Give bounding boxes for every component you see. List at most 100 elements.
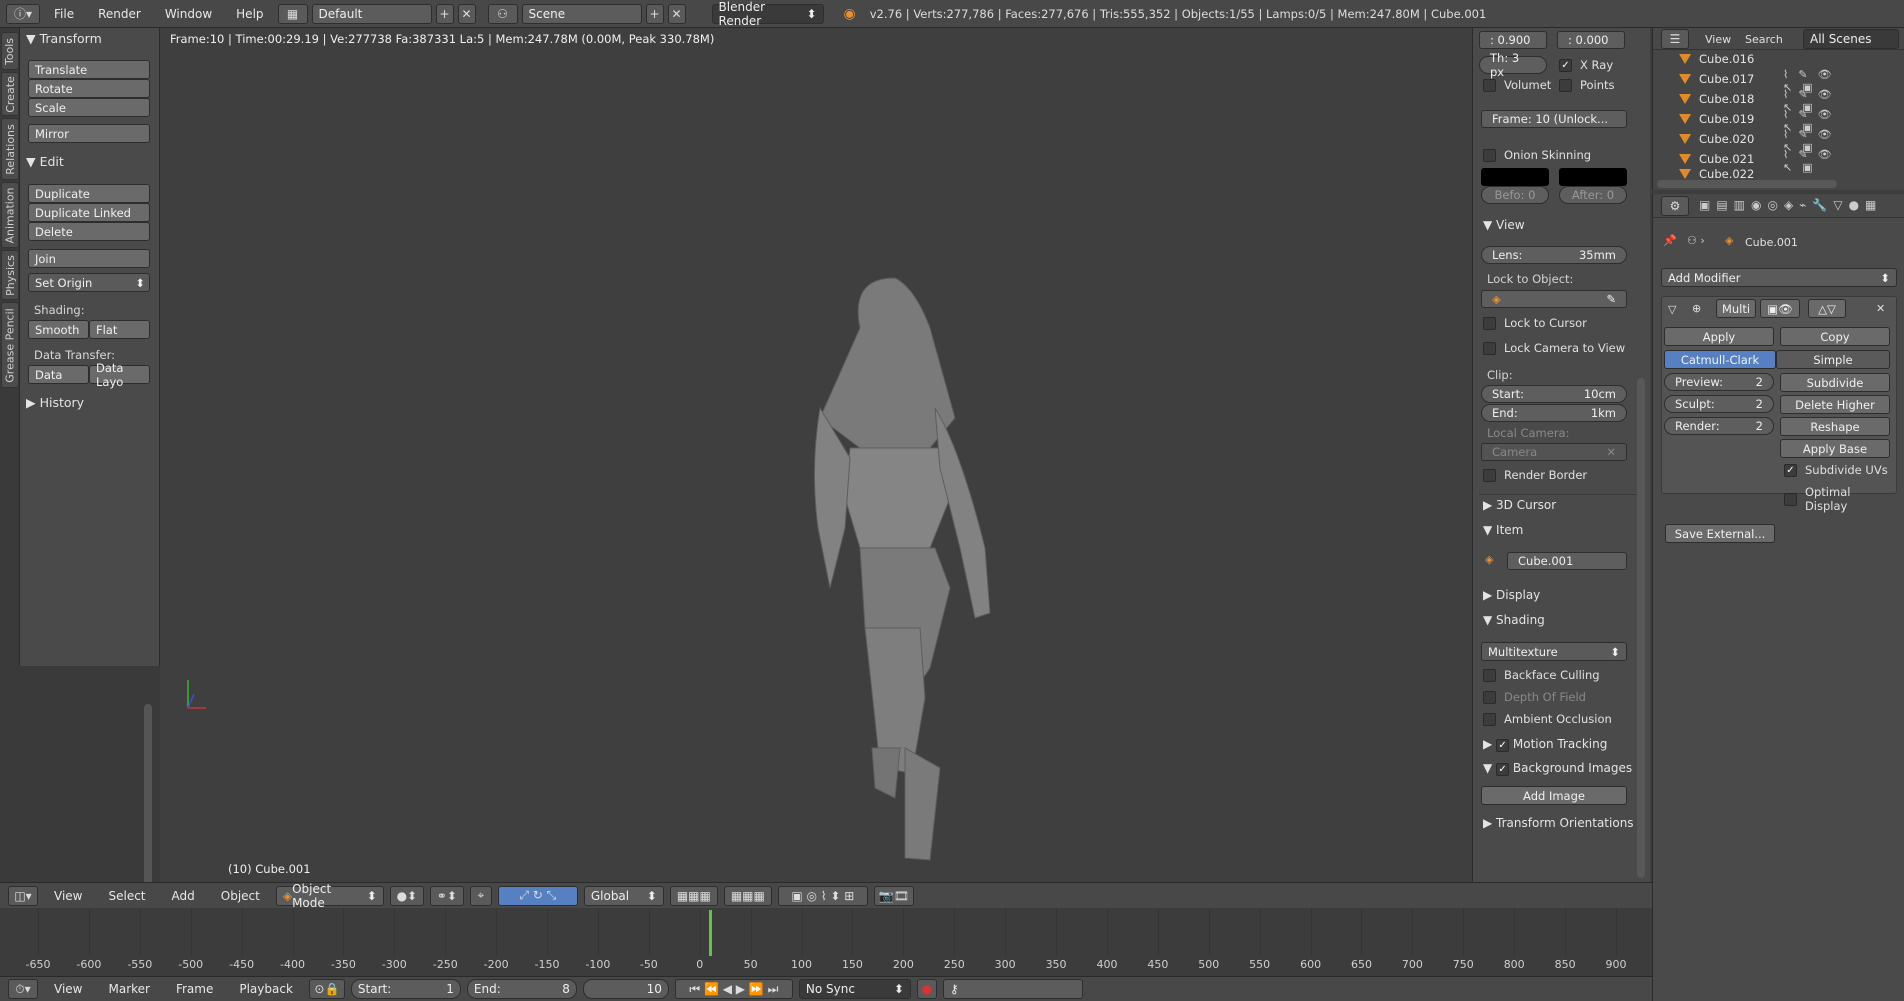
delete-button[interactable]: Delete	[28, 222, 150, 241]
simple-button[interactable]: Simple	[1776, 350, 1890, 369]
frame-menu[interactable]: Frame	[166, 982, 223, 996]
frame-lock-field[interactable]: Frame: 10 (Unlock...	[1481, 110, 1627, 128]
duplicate-linked-button[interactable]: Duplicate Linked	[28, 203, 150, 222]
before-color-swatch[interactable]	[1481, 168, 1549, 186]
data-layout-button[interactable]: Data Layo	[89, 361, 150, 389]
manipulator-icon[interactable]: ⌖	[469, 885, 492, 906]
move-modifier-icons[interactable]: △▽	[1808, 299, 1846, 318]
add-modifier-select[interactable]: Add Modifier ⬍	[1661, 268, 1897, 287]
lens-field[interactable]: Lens: 35mm	[1481, 246, 1627, 264]
3d-viewport[interactable]	[160, 28, 1472, 882]
mode-select[interactable]: ◈ Object Mode ⬍	[275, 882, 384, 910]
item-panel-header[interactable]: ▼ Item	[1483, 523, 1523, 537]
flat-button[interactable]: Flat	[89, 320, 150, 339]
item-name-field[interactable]: Cube.001	[1507, 552, 1627, 570]
shading-mode-select[interactable]: Multitexture ⬍	[1481, 642, 1627, 661]
xray-checkbox[interactable]: ✓ X Ray	[1559, 58, 1613, 72]
menu-render[interactable]: Render	[88, 7, 151, 21]
remove-scene-icon[interactable]: ✕	[667, 3, 686, 24]
history-panel-header[interactable]: ▶ History	[26, 395, 84, 410]
timeline-editor-icon[interactable]: ⏱▾	[8, 979, 38, 999]
lock-cursor-checkbox[interactable]: Lock to Cursor	[1483, 316, 1587, 330]
orientation-select[interactable]: Global ⬍	[583, 885, 664, 906]
tab-create[interactable]: Create	[1, 72, 19, 116]
layout-field[interactable]: Default	[311, 3, 432, 24]
outliner-row[interactable]: Cube.017	[1679, 70, 1754, 88]
current-frame-field[interactable]: 10	[582, 979, 669, 999]
outliner-row[interactable]: Cube.020	[1679, 130, 1754, 148]
menu-help[interactable]: Help	[226, 7, 273, 21]
motion-tracking-panel-header[interactable]: ▶ ✓ Motion Tracking	[1483, 737, 1607, 752]
mirror-button[interactable]: Mirror	[28, 124, 150, 143]
outliner-scope-select[interactable]: All Scenes	[1803, 29, 1899, 49]
3d-cursor-panel-header[interactable]: ▶ 3D Cursor	[1483, 498, 1556, 512]
checkbox-icon[interactable]: ✓	[1496, 739, 1510, 752]
save-external-button[interactable]: Save External...	[1665, 524, 1775, 543]
catmull-clark-button[interactable]: Catmull-Clark	[1664, 350, 1776, 369]
modifier-visibility-icons[interactable]: ▣👁	[1760, 299, 1800, 318]
tool-shelf-scrollbar[interactable]	[144, 704, 152, 910]
points-checkbox[interactable]: Points	[1559, 78, 1615, 92]
info-editor-icon[interactable]: ⓘ▾	[6, 3, 40, 24]
join-button[interactable]: Join	[28, 249, 150, 268]
data-button[interactable]: Data	[28, 365, 89, 384]
outliner-row[interactable]: Cube.019	[1679, 110, 1754, 128]
outliner-view-menu[interactable]: View	[1705, 33, 1731, 46]
outliner-row[interactable]: Cube.018	[1679, 90, 1754, 108]
pin-icon[interactable]: 📌	[1663, 234, 1677, 247]
eyedropper-icon[interactable]: ✎	[1606, 292, 1616, 306]
sculpt-levels-field[interactable]: Sculpt: 2	[1664, 395, 1774, 413]
outliner-row[interactable]: Cube.022	[1679, 168, 1754, 180]
after-color-swatch[interactable]	[1559, 168, 1627, 186]
value-field-1[interactable]: : 0.900	[1479, 31, 1547, 49]
view-menu[interactable]: View	[44, 889, 92, 903]
layout-icon[interactable]: ▦	[277, 3, 308, 24]
playback-controls-icons[interactable]: ⏮ ⏪ ◀ ▶ ⏩ ⏭	[674, 979, 793, 999]
properties-editor-icon[interactable]: ⚙	[1661, 196, 1689, 216]
depth-of-field-checkbox[interactable]: Depth Of Field	[1483, 690, 1586, 704]
edit-panel-header[interactable]: ▼ Edit	[26, 154, 64, 169]
pivot-icon[interactable]: ⚭⬍	[429, 885, 464, 906]
outliner-row[interactable]: Cube.021	[1679, 150, 1754, 168]
timeline[interactable]: -650 -600 -550 -500 -450 -400 -350 -300 -250 -200…	[0, 908, 1652, 976]
clip-start-field[interactable]: Start: 10cm	[1481, 385, 1627, 403]
render-levels-field[interactable]: Render: 2	[1664, 417, 1774, 435]
modifier-name-field[interactable]: Multi	[1716, 299, 1756, 318]
tab-animation[interactable]: Animation	[1, 182, 19, 248]
remove-layout-icon[interactable]: ✕	[457, 3, 476, 24]
backface-culling-checkbox[interactable]: Backface Culling	[1483, 668, 1600, 682]
clip-end-field[interactable]: End: 1km	[1481, 404, 1627, 422]
menu-window[interactable]: Window	[155, 7, 222, 21]
outliner-search-menu[interactable]: Search	[1745, 33, 1783, 46]
sidebar-scrollbar[interactable]	[1637, 378, 1645, 878]
reshape-button[interactable]: Reshape	[1780, 417, 1890, 436]
render-engine-select[interactable]: Blender Render ⬍	[711, 0, 824, 28]
tl-view-menu[interactable]: View	[44, 982, 92, 996]
add-scene-icon[interactable]: +	[645, 3, 664, 24]
start-frame-field[interactable]: Start: 1	[350, 979, 461, 999]
smooth-button[interactable]: Smooth	[28, 320, 89, 339]
background-images-panel-header[interactable]: ▼ ✓ Background Images	[1483, 761, 1632, 776]
context-tab-icons[interactable]: ▣▤▥◉◎◈⌁🔧▽●▦	[1699, 198, 1882, 212]
tab-relations[interactable]: Relations	[1, 118, 19, 180]
object-menu[interactable]: Object	[211, 889, 270, 903]
marker-menu[interactable]: Marker	[98, 982, 159, 996]
viewport-shading-icon[interactable]: ●⬍	[389, 885, 424, 906]
3d-view-editor-icon[interactable]: ◫▾	[8, 885, 38, 906]
record-icon[interactable]: ●	[916, 979, 937, 999]
collapse-icon[interactable]: ▽	[1668, 303, 1676, 316]
menu-file[interactable]: File	[44, 7, 84, 21]
scene-field[interactable]: Scene	[521, 3, 642, 24]
add-image-button[interactable]: Add Image	[1481, 786, 1627, 805]
time-icons[interactable]: ⊙🔒	[308, 979, 345, 999]
keying-set-field[interactable]: ⚷	[942, 979, 1083, 999]
snap-icons[interactable]: ▣ ◎ ⌇ ⬍ ⊞	[777, 885, 868, 906]
optimal-display-checkbox[interactable]: Optimal Display	[1784, 485, 1896, 513]
subdivide-button[interactable]: Subdivide	[1780, 373, 1890, 392]
before-field[interactable]: Befo: 0	[1481, 186, 1549, 204]
current-frame-cursor[interactable]	[708, 910, 712, 956]
local-camera-field[interactable]: Camera ✕	[1481, 443, 1627, 461]
tab-grease-pencil[interactable]: Grease Pencil	[1, 302, 19, 388]
shading-panel-header[interactable]: ▼ Shading	[1483, 613, 1545, 627]
add-menu[interactable]: Add	[162, 889, 205, 903]
